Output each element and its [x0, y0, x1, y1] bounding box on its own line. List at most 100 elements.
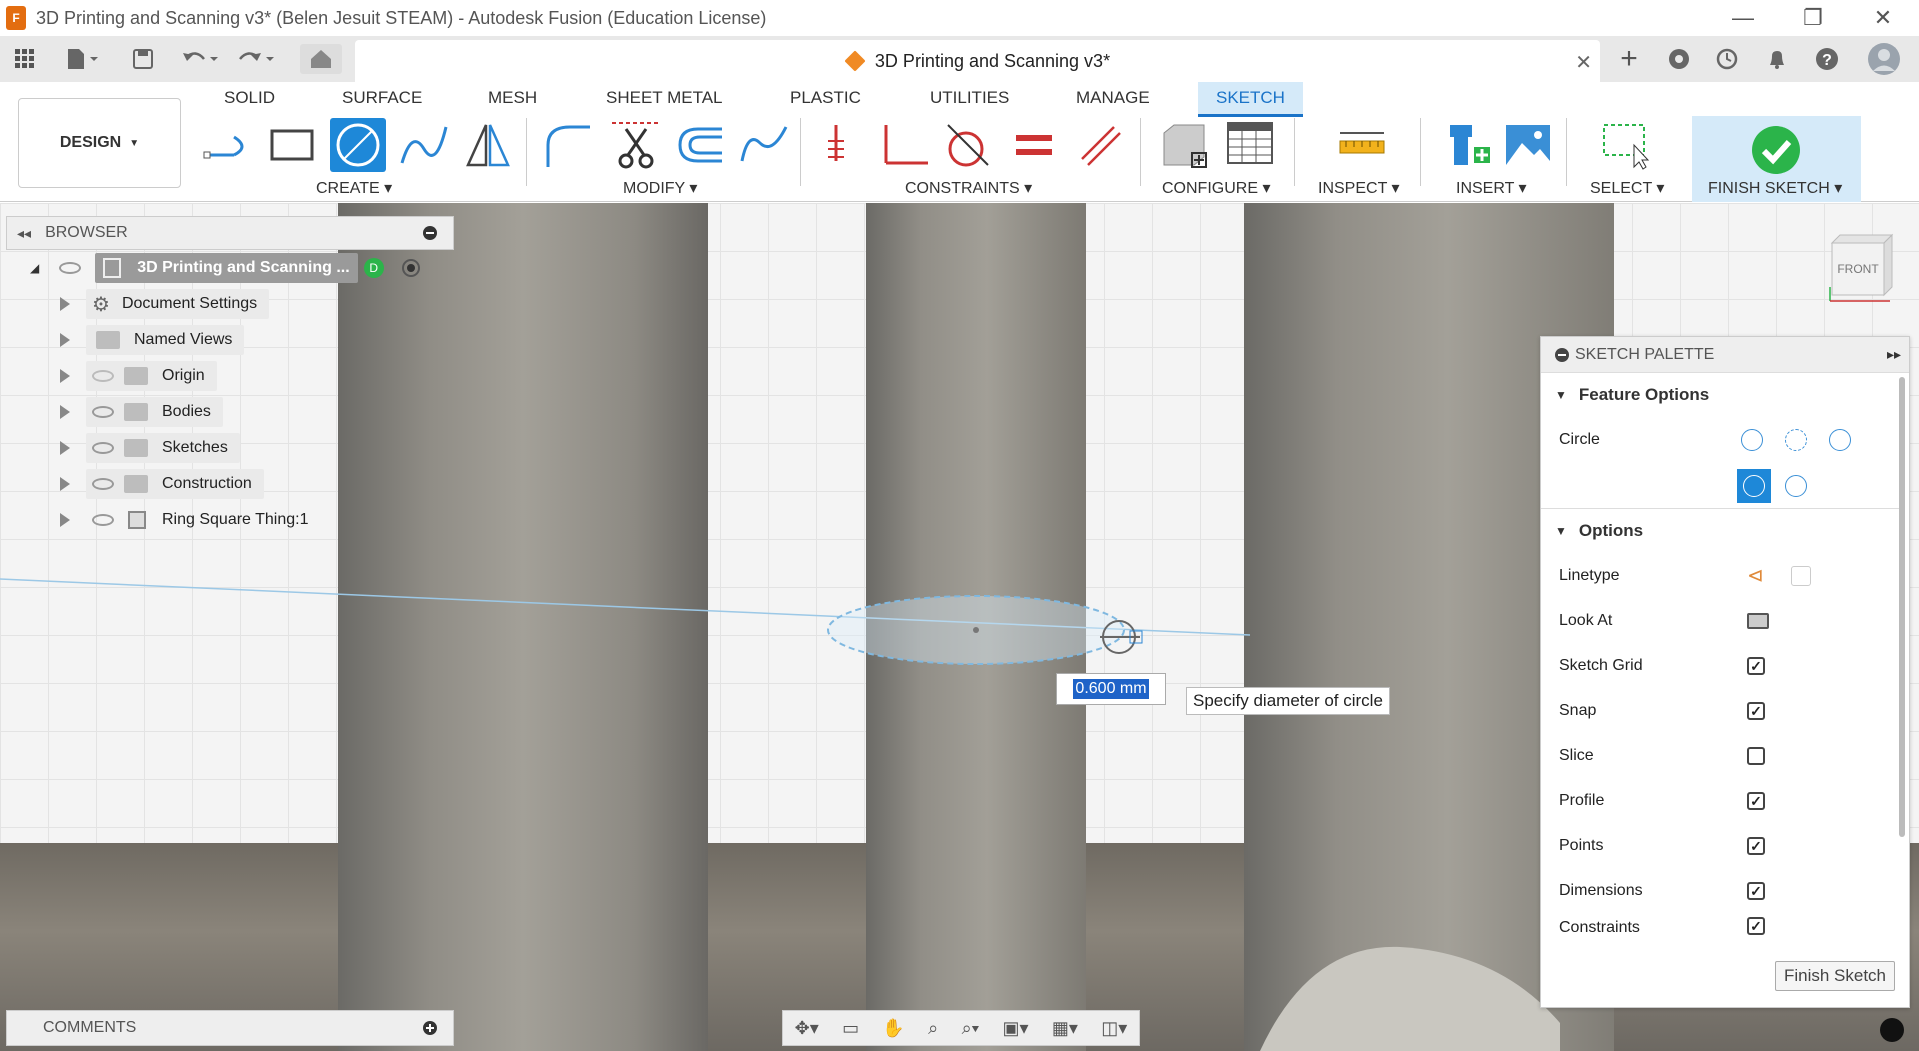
browser-item-chip[interactable]: ⚙ Document Settings	[86, 289, 270, 319]
expand-arrow-icon[interactable]	[60, 441, 70, 455]
expand-arrow-icon[interactable]	[60, 477, 70, 491]
palette-scrollbar[interactable]	[1899, 377, 1905, 837]
two-point-circle-icon[interactable]	[1785, 429, 1807, 451]
browser-item-chip[interactable]: Construction	[86, 469, 264, 499]
viewports-icon[interactable]: ◫▾	[1101, 1018, 1127, 1039]
comments-panel[interactable]: COMMENTS	[6, 1010, 454, 1046]
add-comment-icon[interactable]	[423, 1021, 437, 1035]
notifications-bell-icon[interactable]	[1762, 44, 1792, 74]
center-diameter-circle-icon[interactable]	[1741, 429, 1763, 451]
tab-plastic[interactable]: PLASTIC	[790, 88, 861, 108]
feature-options-section[interactable]: ▼ Feature Options	[1541, 373, 1909, 417]
look-at-icon[interactable]	[1747, 612, 1769, 629]
close-tab-icon[interactable]: ✕	[1575, 50, 1592, 75]
measure-ruler-icon[interactable]	[1334, 118, 1390, 172]
create-group-label[interactable]: CREATE ▾	[316, 178, 392, 198]
centerline-linetype-icon[interactable]	[1791, 565, 1811, 586]
configure-grid-icon[interactable]	[1222, 118, 1278, 172]
slice-checkbox[interactable]	[1747, 746, 1765, 765]
browser-root-row[interactable]: ◢ 3D Printing and Scanning ... D	[6, 250, 454, 286]
visibility-eye-icon[interactable]	[92, 478, 114, 490]
view-cube[interactable]: FRONT	[1820, 227, 1900, 312]
browser-item-chip[interactable]: Sketches	[86, 433, 240, 463]
construction-linetype-icon[interactable]: ⊲	[1747, 563, 1764, 588]
three-point-circle-icon[interactable]	[1829, 429, 1851, 451]
section-collapse-icon[interactable]: ▼	[1555, 524, 1567, 538]
browser-item-chip[interactable]: Bodies	[86, 397, 223, 427]
undo-icon[interactable]	[178, 44, 222, 74]
new-tab-icon[interactable]: +	[1614, 42, 1644, 75]
tangent-constraint-icon[interactable]	[940, 118, 996, 172]
browser-item[interactable]: ⚙ Document Settings	[6, 286, 454, 322]
radio-active-icon[interactable]	[401, 259, 420, 277]
tab-solid[interactable]: SOLID	[224, 88, 275, 108]
orbit-icon[interactable]: ✥▾	[795, 1018, 819, 1039]
dimensions-checkbox[interactable]: ✓	[1747, 881, 1765, 900]
perpendicular-constraint-icon[interactable]	[878, 118, 934, 172]
file-menu-icon[interactable]	[62, 44, 102, 74]
insert-image-icon[interactable]	[1500, 118, 1556, 172]
select-box-icon[interactable]	[1598, 118, 1654, 172]
inspect-group-label[interactable]: INSPECT ▾	[1318, 178, 1400, 198]
browser-item[interactable]: Ring Square Thing:1	[6, 502, 454, 538]
tab-utilities[interactable]: UTILITIES	[930, 88, 1009, 108]
browser-item-chip[interactable]: Origin	[86, 361, 217, 391]
visibility-eye-icon[interactable]	[92, 514, 114, 526]
look-at-face-icon[interactable]: ▭	[842, 1018, 859, 1039]
tab-surface[interactable]: SURFACE	[342, 88, 422, 108]
sketch-grid-checkbox[interactable]: ✓	[1747, 656, 1765, 675]
circle-tool-icon[interactable]	[330, 118, 386, 172]
expand-arrow-icon[interactable]	[60, 369, 70, 383]
tab-sketch[interactable]: SKETCH	[1198, 82, 1303, 117]
options-section[interactable]: ▼ Options	[1541, 509, 1909, 553]
expand-arrow-icon[interactable]	[60, 333, 70, 347]
configure-group-label[interactable]: CONFIGURE ▾	[1162, 178, 1270, 198]
profile-checkbox[interactable]: ✓	[1747, 791, 1765, 810]
rectangle-tool-icon[interactable]	[264, 118, 320, 172]
diameter-circle-icon-active[interactable]	[1737, 468, 1771, 503]
browser-item[interactable]: Sketches	[6, 430, 454, 466]
expand-arrow-icon[interactable]	[60, 513, 70, 527]
expand-arrow-icon[interactable]	[60, 405, 70, 419]
pan-hand-icon[interactable]: ✋	[882, 1018, 904, 1039]
workspace-design-dropdown[interactable]: DESIGN ▼	[18, 98, 181, 188]
diameter-input[interactable]: 0.600 mm	[1056, 673, 1166, 705]
mirror-tool-icon[interactable]	[460, 118, 516, 172]
grid-settings-icon[interactable]: ▦▾	[1052, 1018, 1078, 1039]
insert-group-label[interactable]: INSERT ▾	[1456, 178, 1527, 198]
constraints-checkbox[interactable]: ✓	[1747, 917, 1765, 935]
extensions-icon[interactable]	[1664, 44, 1694, 74]
zoom-icon[interactable]: ⌕	[928, 1018, 938, 1039]
constraints-group-label[interactable]: CONSTRAINTS ▾	[905, 178, 1032, 198]
insert-component-icon[interactable]	[1440, 118, 1496, 172]
finish-sketch-group-label[interactable]: FINISH SKETCH ▾	[1708, 178, 1842, 198]
browser-item-chip[interactable]: Ring Square Thing:1	[86, 505, 320, 535]
points-checkbox[interactable]: ✓	[1747, 836, 1765, 855]
finish-sketch-button[interactable]: Finish Sketch	[1774, 961, 1895, 991]
line-tool-icon[interactable]	[200, 118, 256, 172]
job-status-icon[interactable]	[1712, 44, 1742, 74]
coincident-constraint-icon[interactable]	[816, 118, 872, 172]
help-icon[interactable]: ?	[1812, 44, 1842, 74]
tab-mesh[interactable]: MESH	[488, 88, 537, 108]
sketch-curve-tool-icon[interactable]	[736, 118, 792, 172]
tab-sheet-metal[interactable]: SHEET METAL	[606, 88, 723, 108]
spline-tool-icon[interactable]	[396, 118, 452, 172]
visibility-eye-icon[interactable]	[92, 442, 114, 454]
apps-grid-icon[interactable]	[10, 44, 40, 74]
collapse-palette-icon[interactable]	[1555, 347, 1569, 362]
configure-table-icon[interactable]	[1156, 118, 1212, 172]
browser-item-chip[interactable]: Named Views	[86, 325, 245, 355]
fillet-tool-icon[interactable]	[538, 118, 594, 172]
snap-checkbox[interactable]: ✓	[1747, 701, 1765, 720]
minimize-button[interactable]: —	[1718, 0, 1768, 36]
section-collapse-icon[interactable]: ▼	[1555, 388, 1567, 402]
close-button[interactable]: ✕	[1858, 0, 1908, 36]
browser-item[interactable]: Origin	[6, 358, 454, 394]
panel-pin-icon[interactable]	[423, 226, 437, 240]
equal-constraint-icon[interactable]	[1006, 118, 1062, 172]
offset-tool-icon[interactable]	[672, 118, 728, 172]
modify-group-label[interactable]: MODIFY ▾	[623, 178, 697, 198]
select-group-label[interactable]: SELECT ▾	[1590, 178, 1664, 198]
restore-button[interactable]: ❐	[1788, 0, 1838, 36]
